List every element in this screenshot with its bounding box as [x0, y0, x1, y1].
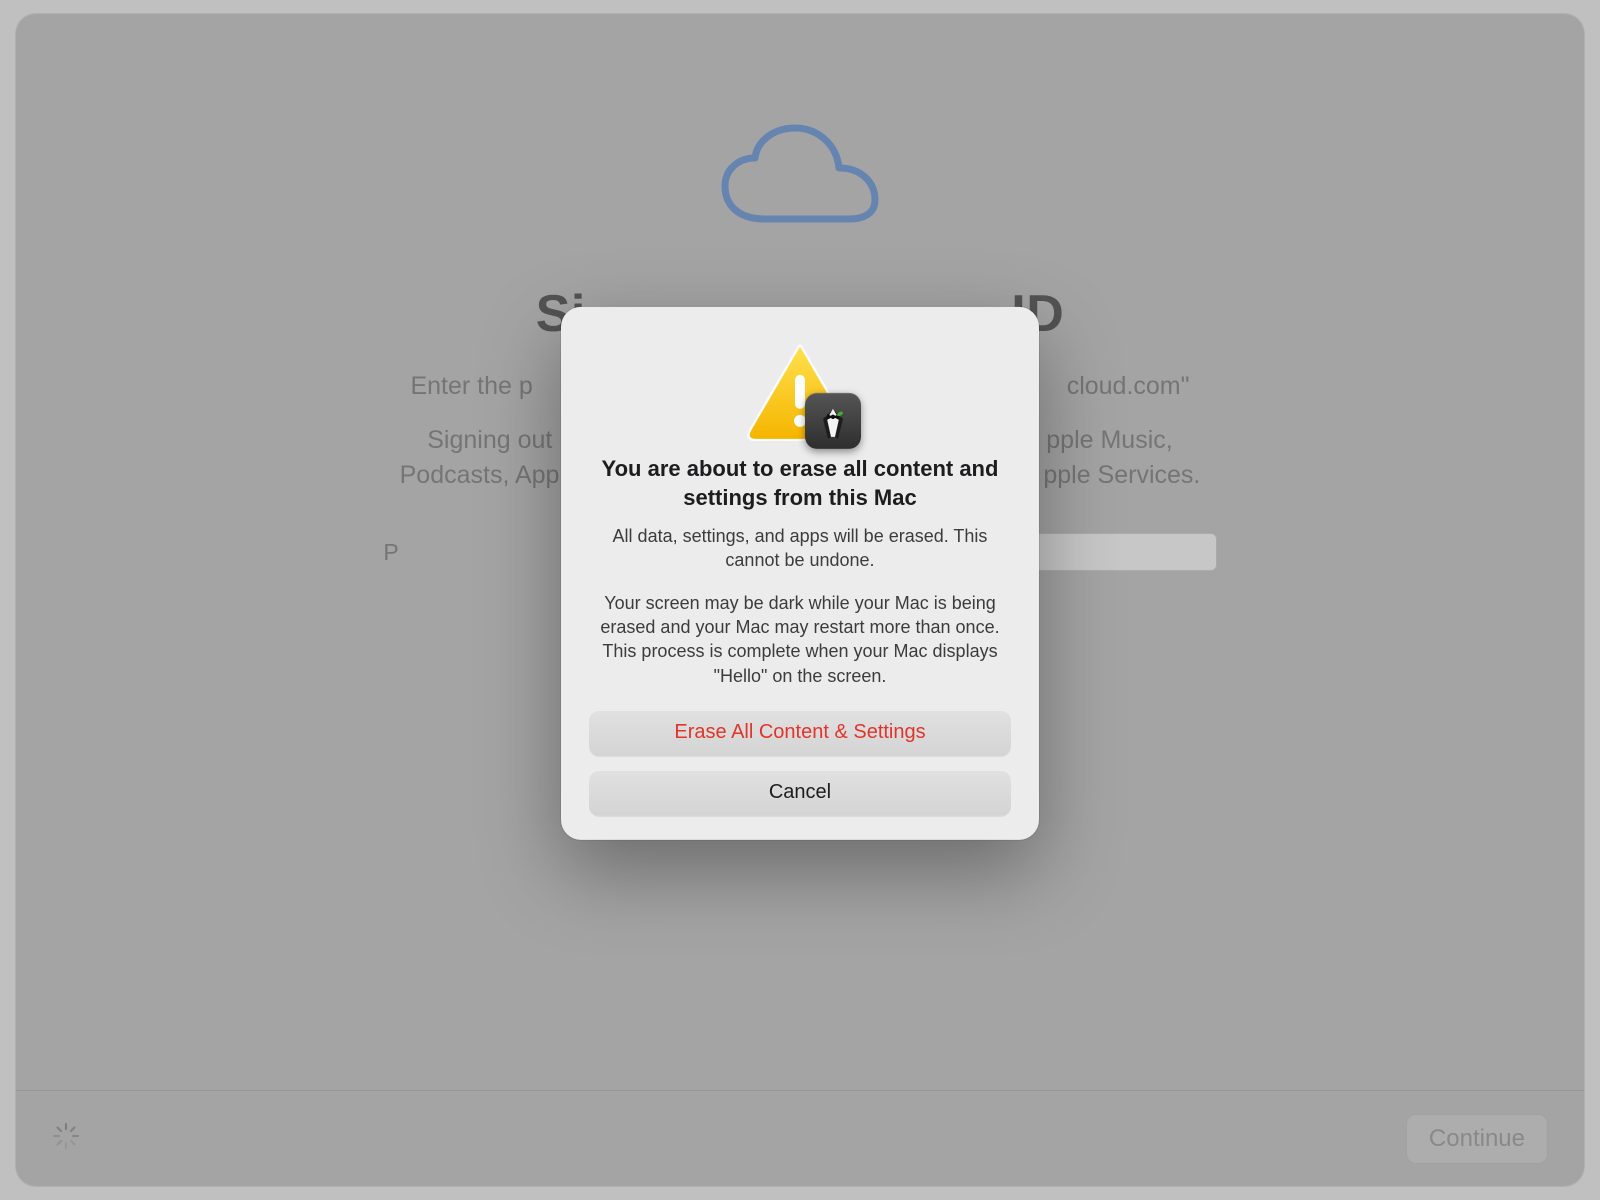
- setup-assistant-app-icon: [805, 393, 861, 449]
- continue-button[interactable]: Continue: [1406, 1114, 1548, 1164]
- sub2-l2-right: pple Services.: [1043, 461, 1200, 489]
- sub2-l1-right: pple Music,: [1046, 426, 1172, 454]
- password-label-fragment: P: [383, 539, 398, 566]
- dialog-body-2: Your screen may be dark while your Mac i…: [589, 591, 1011, 688]
- sub1-right: cloud.com": [1067, 372, 1190, 400]
- dialog-icon: [589, 341, 1011, 441]
- icloud-icon: [715, 124, 885, 244]
- dialog-body-1: All data, settings, and apps will be era…: [589, 524, 1011, 573]
- erase-assistant-window: Si gn Out of Apple ID Enter the p cloud.…: [16, 14, 1584, 1186]
- sub2-l1-left: Signing out: [427, 426, 552, 454]
- erase-confirmation-dialog: You are about to erase all content and s…: [561, 307, 1039, 840]
- erase-all-button[interactable]: Erase All Content & Settings: [589, 710, 1011, 756]
- sub1-left: Enter the p: [410, 372, 532, 400]
- dialog-buttons: Erase All Content & Settings Cancel: [589, 710, 1011, 816]
- sub2-l2-left: Podcasts, App: [400, 461, 560, 489]
- cancel-button[interactable]: Cancel: [589, 770, 1011, 816]
- footer-bar: Continue: [16, 1090, 1584, 1186]
- activity-spinner-icon: [52, 1122, 80, 1155]
- dialog-title: You are about to erase all content and s…: [589, 455, 1011, 512]
